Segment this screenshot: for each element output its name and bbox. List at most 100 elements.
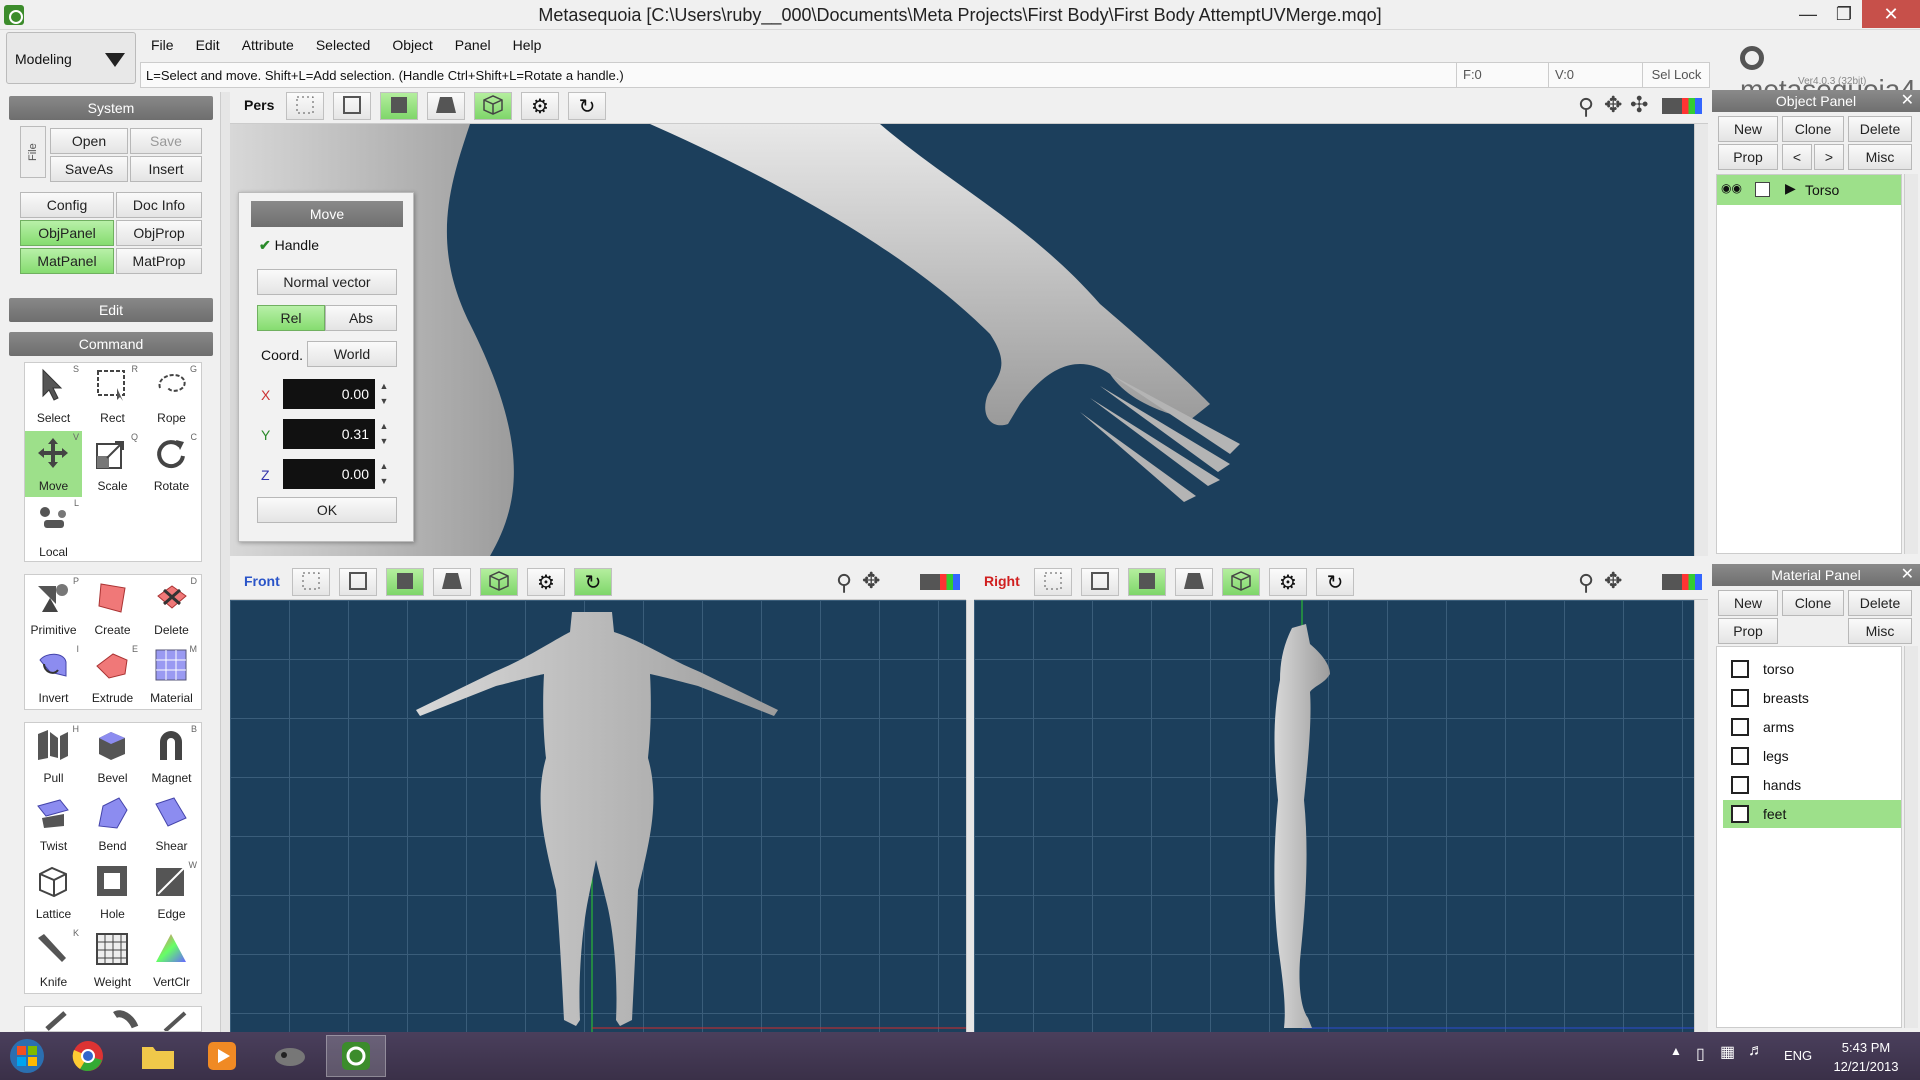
tool-extrude[interactable]: E Extrude: [84, 643, 141, 709]
y-input[interactable]: 0.31: [283, 419, 375, 449]
tool-pull[interactable]: H Pull: [25, 723, 82, 789]
open-button[interactable]: Open: [50, 128, 128, 154]
object-clone-button[interactable]: Clone: [1782, 116, 1844, 142]
folder-icon[interactable]: [128, 1035, 188, 1077]
tool-knife[interactable]: K Knife: [25, 927, 82, 993]
language-indicator[interactable]: ENG: [1784, 1048, 1812, 1063]
objprop-button[interactable]: ObjProp: [116, 220, 202, 246]
tool-material[interactable]: M Material: [143, 643, 200, 709]
material-delete-button[interactable]: Delete: [1848, 590, 1912, 616]
menu-help[interactable]: Help: [502, 32, 553, 58]
front-wire-button[interactable]: [339, 568, 377, 596]
tool-hole[interactable]: Hole: [84, 859, 141, 925]
edit-header[interactable]: Edit: [9, 298, 213, 322]
material-checkbox[interactable]: [1731, 689, 1749, 707]
tool-delete[interactable]: D Delete: [143, 575, 200, 641]
save-button[interactable]: Save: [130, 128, 202, 154]
z-spinner[interactable]: ▲ ▼: [377, 459, 391, 489]
objpanel-button[interactable]: ObjPanel: [20, 220, 114, 246]
normal-vector-button[interactable]: Normal vector: [257, 269, 397, 295]
material-item-feet[interactable]: feet: [1723, 800, 1901, 828]
rel-button[interactable]: Rel: [257, 305, 325, 331]
tool-bend[interactable]: Bend: [84, 791, 141, 857]
material-item-hands[interactable]: hands: [1723, 771, 1901, 799]
front-reset-button[interactable]: ↻: [574, 568, 612, 596]
config-button[interactable]: Config: [20, 192, 114, 218]
chrome-icon[interactable]: [58, 1035, 118, 1077]
matpanel-button[interactable]: MatPanel: [20, 248, 114, 274]
pers-viewport[interactable]: [230, 124, 1708, 556]
object-next-button[interactable]: >: [1814, 144, 1844, 170]
pers-settings-button[interactable]: ⚙: [521, 92, 559, 120]
object-prev-button[interactable]: <: [1782, 144, 1812, 170]
tool-vertclr[interactable]: VertClr: [143, 927, 200, 993]
expand-arrow-icon[interactable]: ▶: [1785, 180, 1796, 197]
right-viewport[interactable]: [974, 600, 1694, 1032]
pers-wire-button[interactable]: [333, 92, 371, 120]
front-shade-button[interactable]: [433, 568, 471, 596]
command-header[interactable]: Command: [9, 332, 213, 356]
pers-reset-button[interactable]: ↻: [568, 92, 606, 120]
tool-magnet[interactable]: B Magnet: [143, 723, 200, 789]
start-button[interactable]: [0, 1035, 54, 1077]
pan-arrows-icon[interactable]: ✥: [862, 568, 880, 594]
move-panel-title[interactable]: Move: [251, 201, 403, 227]
clock-date[interactable]: 12/21/2013: [1826, 1059, 1906, 1074]
tool-rotate[interactable]: C Rotate: [143, 431, 200, 497]
object-new-button[interactable]: New: [1718, 116, 1778, 142]
tool-lattice[interactable]: Lattice: [25, 859, 82, 925]
right-reset-button[interactable]: ↻: [1316, 568, 1354, 596]
show-hidden-icons[interactable]: ▲: [1670, 1044, 1682, 1058]
display-mode-icon[interactable]: [1662, 574, 1702, 590]
menu-selected[interactable]: Selected: [305, 32, 381, 58]
metasequoia-taskbar-icon[interactable]: [326, 1035, 386, 1077]
clock-time[interactable]: 5:43 PM: [1836, 1040, 1896, 1055]
right-shade-button[interactable]: [1175, 568, 1213, 596]
pers-vertex-button[interactable]: [286, 92, 324, 120]
material-clone-button[interactable]: Clone: [1782, 590, 1844, 616]
menu-file[interactable]: File: [140, 32, 185, 58]
object-misc-button[interactable]: Misc: [1848, 144, 1912, 170]
x-spinner[interactable]: ▲ ▼: [377, 379, 391, 409]
material-item-legs[interactable]: legs: [1723, 742, 1901, 770]
menu-attribute[interactable]: Attribute: [231, 32, 305, 58]
mode-select[interactable]: Modeling: [6, 32, 136, 84]
material-item-breasts[interactable]: breasts: [1723, 684, 1901, 712]
tool-weight[interactable]: Weight: [84, 927, 141, 993]
material-item-arms[interactable]: arms: [1723, 713, 1901, 741]
material-list-scrollbar[interactable]: [1904, 646, 1918, 1028]
viewport-divider[interactable]: [966, 600, 974, 1032]
zoom-icon[interactable]: ⚲: [1578, 570, 1594, 596]
close-icon[interactable]: ✕: [1901, 90, 1914, 112]
system-header[interactable]: System: [9, 96, 213, 120]
network-icon[interactable]: ▦: [1720, 1042, 1735, 1062]
front-settings-button[interactable]: ⚙: [527, 568, 565, 596]
tool-bevel[interactable]: Bevel: [84, 723, 141, 789]
menu-object[interactable]: Object: [381, 32, 443, 58]
right-wire-button[interactable]: [1081, 568, 1119, 596]
file-tab[interactable]: File: [20, 126, 46, 178]
zoom-icon[interactable]: ⚲: [836, 570, 852, 596]
tool-create[interactable]: Create: [84, 575, 141, 641]
pers-shade-button[interactable]: [427, 92, 465, 120]
handle-checkbox[interactable]: ✔ Handle: [259, 237, 319, 254]
material-checkbox[interactable]: [1731, 660, 1749, 678]
right-face-button[interactable]: [1128, 568, 1166, 596]
zoom-icon[interactable]: ⚲: [1578, 94, 1594, 120]
object-prop-button[interactable]: Prop: [1718, 144, 1778, 170]
docinfo-button[interactable]: Doc Info: [116, 192, 202, 218]
tool-move[interactable]: V Move: [25, 431, 82, 497]
right-3d-button[interactable]: [1222, 568, 1260, 596]
tool-primitive[interactable]: P Primitive: [25, 575, 82, 641]
material-checkbox[interactable]: [1731, 747, 1749, 765]
pan-arrows-icon[interactable]: ✥: [1604, 568, 1622, 594]
volume-icon[interactable]: ♬: [1748, 1042, 1764, 1060]
object-row[interactable]: ◉◉ ▶ Torso: [1717, 175, 1901, 205]
coord-world-button[interactable]: World: [307, 341, 397, 367]
tool-local[interactable]: L Local: [25, 497, 82, 563]
material-new-button[interactable]: New: [1718, 590, 1778, 616]
tool-twist[interactable]: Twist: [25, 791, 82, 857]
right-scrollbar[interactable]: [1694, 600, 1708, 1032]
tool-rect[interactable]: R Rect: [84, 363, 141, 429]
material-prop-button[interactable]: Prop: [1718, 618, 1778, 644]
